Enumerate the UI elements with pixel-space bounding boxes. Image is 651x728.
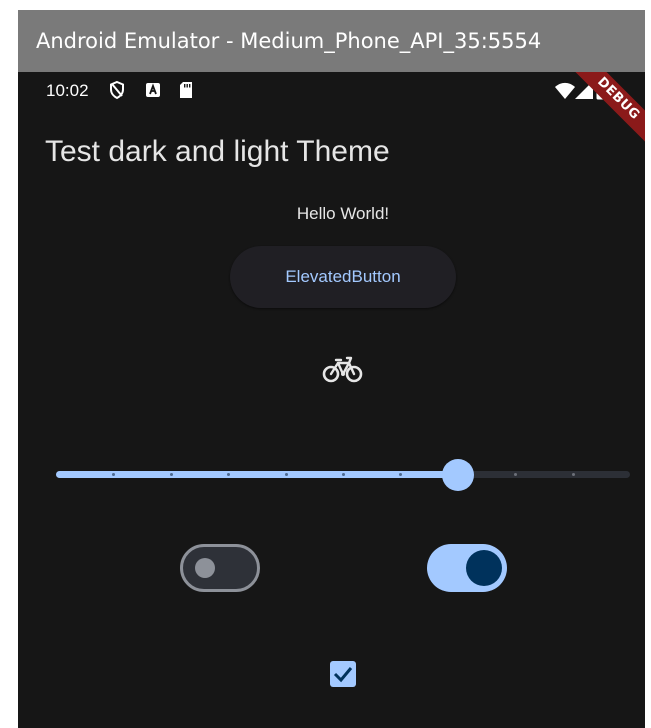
hello-text: Hello World!: [296, 204, 390, 223]
window-title: Android Emulator - Medium_Phone_API_35:5…: [36, 29, 542, 53]
slider-tick: [112, 473, 115, 476]
status-bar-time: 10:02: [46, 81, 89, 100]
slider-track-active: [56, 471, 458, 478]
a-notification-icon: [145, 82, 161, 102]
switch-on-knob: [466, 550, 502, 586]
bike-icon: [322, 355, 364, 389]
switch-off-knob: [195, 558, 215, 578]
slider-tick: [572, 473, 575, 476]
slider-tick: [342, 473, 345, 476]
slider-tick: [170, 473, 173, 476]
switch-on[interactable]: [427, 544, 507, 592]
switch-off[interactable]: [180, 544, 260, 592]
emulator-window: Android Emulator - Medium_Phone_API_35:5…: [18, 10, 645, 728]
shield-icon: [107, 80, 127, 104]
slider-tick: [399, 473, 402, 476]
app-bar-title: Test dark and light Theme: [45, 135, 390, 168]
check-icon: [333, 667, 353, 683]
wifi-icon: [554, 82, 576, 104]
sd-card-icon: [178, 81, 194, 103]
slider-tick: [227, 473, 230, 476]
elevated-button[interactable]: ElevatedButton: [230, 246, 456, 308]
slider-thumb[interactable]: [442, 459, 474, 491]
window-titlebar[interactable]: Android Emulator - Medium_Phone_API_35:5…: [18, 10, 645, 72]
slider-tick: [514, 473, 517, 476]
checkbox[interactable]: [330, 661, 356, 687]
discrete-slider[interactable]: [56, 457, 630, 493]
device-screen: 10:02 DEBUG Test dark and light Theme He…: [18, 72, 645, 728]
slider-tick: [285, 473, 288, 476]
